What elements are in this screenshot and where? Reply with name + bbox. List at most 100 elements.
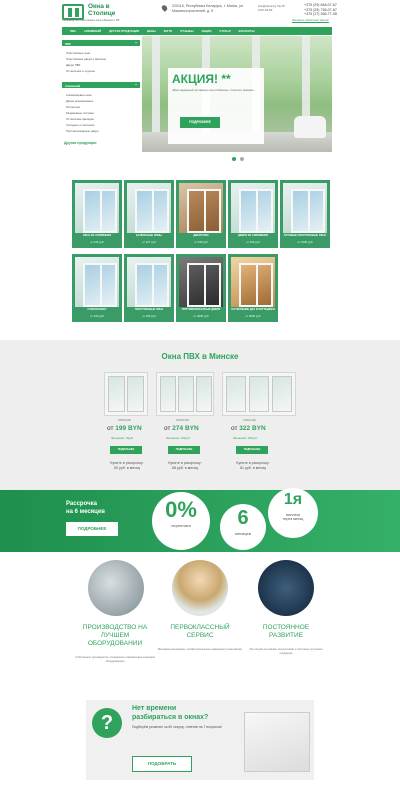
logo-name[interactable]: Окна в Столице [88, 3, 128, 17]
nav-item-aluminium[interactable]: АЛЮМИНИЙ [84, 30, 101, 33]
window-image [156, 372, 214, 416]
price-currency: BYN [127, 425, 142, 432]
quiz-text: Подберём решение за 60 секунд, ответив н… [132, 725, 222, 729]
sidebar-item[interactable]: Пластиковые окна [66, 51, 90, 55]
product-title: СТЕКЛОПАКЕТ [87, 308, 107, 311]
sidebar-item[interactable]: Остекление фасадов [66, 117, 94, 121]
window-saving: Экономия: 160руб. [233, 436, 258, 440]
nav-item-photo[interactable]: ФОТО [164, 30, 172, 33]
window-image [222, 372, 296, 416]
zero-percent-value: 0% [165, 497, 197, 522]
product-title: ДВЕРИ ПВХ [193, 234, 209, 237]
product-price: от 227 руб [142, 240, 156, 244]
product-price: от 3000 руб [193, 314, 209, 318]
price-value: 274 [172, 425, 184, 432]
phone-list: +375 (29) 648-07-67 +375 (29) 736-07-67 … [304, 3, 354, 17]
window-size: 2100х1400 [243, 419, 256, 422]
window-size: 2000х1400 [176, 419, 189, 422]
sidebar-item[interactable]: Раздвижные системы [66, 111, 94, 115]
product-price: от 150 руб [90, 314, 104, 318]
product-card[interactable]: ДВЕРИ ИЗ АЛЮМИНИЯ от 460 руб [228, 180, 278, 248]
window-icon [244, 712, 310, 772]
product-card[interactable]: ОСТЕКЛЕНИЕ ДАЧ И КОТТЕДЖЕЙ от 5000 руб [228, 254, 278, 322]
window-more-button[interactable]: ПОДРОБНЕЕ [236, 446, 268, 454]
feature-text: Мы следим за новыми технологиями и посто… [249, 648, 323, 655]
nav-item-other-products[interactable]: ДРУГАЯ ПРОДУКЦИЯ [109, 30, 139, 33]
feature-text: Вежливые менеджеры, профессиональные зам… [157, 648, 243, 651]
window-price: от 322 BYN [231, 425, 266, 432]
door-icon [239, 189, 273, 233]
product-price: от 115 руб [90, 240, 104, 244]
product-price: от 460 руб [246, 240, 260, 244]
product-title: ДВЕРИ ИЗ АЛЮМИНИЯ [237, 234, 268, 237]
logo-icon[interactable] [62, 4, 84, 20]
window-more-button[interactable]: ПОДРОБНЕЕ [110, 446, 142, 454]
main-nav: ПВХ АЛЮМИНИЙ ДРУГАЯ ПРОДУКЦИЯ ЦЕНЫ ФОТО … [62, 27, 332, 35]
window-more-button[interactable]: ПОДРОБНЕЕ [168, 446, 200, 454]
sidebar-item[interactable]: Двери алюминиевые [66, 99, 93, 103]
sidebar-item[interactable]: Роллетные [66, 105, 80, 109]
product-price: от 2100 руб [297, 240, 313, 244]
sidebar-other-products[interactable]: Другая продукция [64, 141, 96, 145]
nav-item-promo[interactable]: АКЦИИ [201, 30, 211, 33]
first-payment-value: 1я [283, 491, 303, 508]
slider-dot[interactable] [240, 157, 244, 161]
months-label: месяцев [235, 531, 251, 536]
product-title: ПРОТИВОПОЖАРНЫЕ ДВЕРИ [181, 308, 221, 311]
months-value: 6 [237, 507, 249, 529]
product-image [75, 183, 119, 233]
price-value: 199 [115, 425, 127, 432]
product-price: от 330 руб [194, 240, 208, 244]
product-title: ОКНА ИЗ АЛЮМИНИЯ [82, 234, 112, 237]
product-card[interactable]: ОКНА ИЗ АЛЮМИНИЯ от 115 руб [72, 180, 122, 248]
sidebar-head-aluminium[interactable]: Алюминий [62, 82, 140, 88]
question-mark-icon: ? [92, 708, 122, 738]
sidebar-item[interactable]: Остекление и отделка [66, 69, 95, 73]
zero-percent-label: переплата [171, 523, 191, 528]
product-image [231, 257, 275, 307]
product-card[interactable]: ПРОТИВОПОЖАРНЫЕ ДВЕРИ от 3000 руб [176, 254, 226, 322]
nav-item-contacts[interactable]: КОНТАКТЫ [239, 30, 255, 33]
sidebar-item[interactable]: Пластиковые двери и балконы [66, 57, 106, 61]
product-card[interactable]: ПЛАСТИКОВЫЕ ОКНА от 180 руб [124, 254, 174, 322]
sidebar-item[interactable]: Холодное остекление [66, 123, 94, 127]
product-image [75, 257, 119, 307]
nav-item-pvc[interactable]: ПВХ [70, 30, 76, 33]
sidebar-head-pvc[interactable]: ПВХ [62, 40, 140, 46]
phone-3[interactable]: +375 (17) 268-77-08 [304, 12, 354, 17]
product-card[interactable]: СТЕКЛОПАКЕТ от 150 руб [72, 254, 122, 322]
product-image [283, 183, 327, 233]
door-icon [187, 263, 221, 307]
window-icon [291, 189, 325, 233]
installment-more-button[interactable]: ПОДРОБНЕЕ [66, 522, 118, 536]
nav-item-reviews[interactable]: ОТЗЫВЫ [180, 30, 193, 33]
callback-link[interactable]: Заказать обратный звонок [292, 18, 329, 22]
window-size: 1800х1400 [118, 419, 131, 422]
sidebar-item[interactable]: Противопожарные двери [66, 129, 99, 133]
slider-dot-active[interactable] [232, 157, 236, 161]
hero-title: АКЦИЯ! ** [172, 72, 231, 86]
production-photo [88, 560, 144, 616]
quiz-select-button[interactable]: ПОДОБРАТЬ [132, 756, 192, 772]
feature-text: Собственное производство, оснащённое сов… [75, 656, 155, 663]
sidebar-item[interactable]: Двери ПВХ [66, 63, 80, 67]
product-image [127, 257, 171, 307]
window-icon [83, 189, 117, 233]
service-photo [172, 560, 228, 616]
email-text[interactable]: info@okna.by Пн-Пт 9:00-18:00 [258, 4, 288, 12]
sidebar-menu: ПВХ Пластиковые окна Пластиковые двери и… [62, 38, 144, 151]
window-installment: Купите в рассрочку: 68 руб. в месяц [168, 461, 202, 470]
product-card[interactable]: БАЛКОННЫЕ РАМЫ от 227 руб [124, 180, 174, 248]
product-image [179, 257, 223, 307]
feature-title: ПЕРВОКЛАССНЫЙ СЕРВИС [170, 624, 230, 639]
product-price: от 5000 руб [245, 314, 261, 318]
nav-item-prices[interactable]: ЦЕНЫ [147, 30, 156, 33]
product-card[interactable]: ДВЕРИ ПВХ от 330 руб [176, 180, 226, 248]
window-installment: Купите в рассрочку: 81 руб. в месяц [236, 461, 270, 470]
first-payment-label: выплата через месяц [282, 513, 304, 521]
hero-more-button[interactable]: ПОДРОБНЕЕ [180, 117, 220, 128]
nav-item-articles[interactable]: СТАТЬИ [219, 30, 230, 33]
product-card[interactable]: ГОТОВЫЕ ПЛАСТИКОВЫЕ ОКНА от 2100 руб [280, 180, 330, 248]
window-icon [135, 263, 169, 307]
sidebar-item[interactable]: Алюминиевые окна [66, 93, 91, 97]
